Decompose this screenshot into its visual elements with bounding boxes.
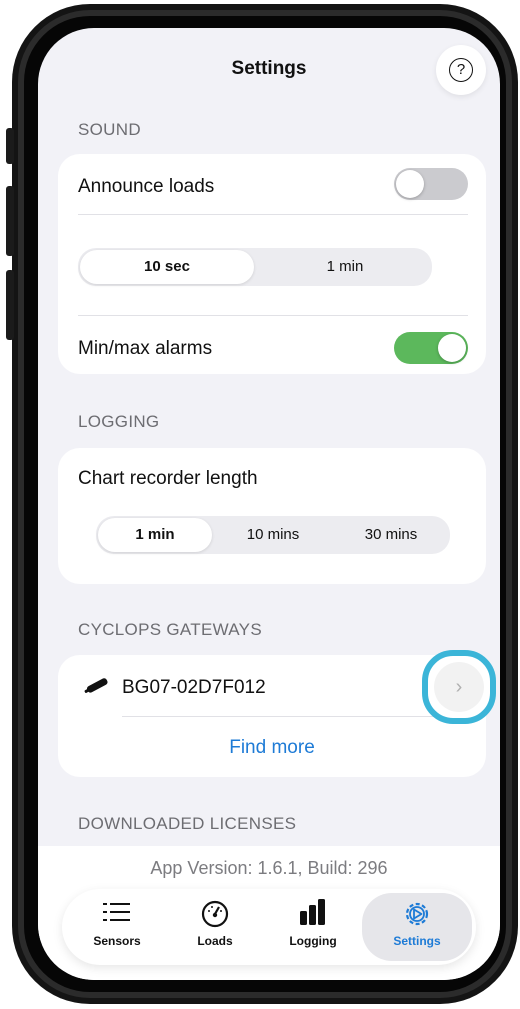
toggle-knob [438,334,466,362]
section-header-sound: SOUND [78,120,141,139]
app-screen: Settings ? SOUND Announce loads 10 sec 1… [38,28,500,980]
tab-label: Logging [289,934,337,948]
toggle-knob [396,170,424,198]
chevron-right-icon: › [434,662,484,712]
bar-chart-icon [300,899,325,925]
logging-card: Chart recorder length 1 min 10 mins 30 m… [58,448,486,584]
gateway-device-icon [84,678,108,693]
tab-sensors[interactable]: Sensors [74,889,160,965]
gauge-icon [201,900,229,928]
interval-option-1-min[interactable]: 1 min [258,248,432,286]
gear-icon [405,902,429,926]
volume-down-button [6,270,14,340]
length-option-30-mins[interactable]: 30 mins [334,516,448,554]
length-option-1-min[interactable]: 1 min [98,518,212,552]
page-title: Settings [231,58,307,79]
chart-recorder-length-label: Chart recorder length [78,468,258,489]
tab-label: Sensors [93,934,141,948]
chart-length-segmented-control: 1 min 10 mins 30 mins [96,516,450,554]
interval-option-10-sec[interactable]: 10 sec [80,250,254,284]
tab-label: Loads [197,934,233,948]
volume-up-button [6,186,14,256]
gateway-name: BG07-02D7F012 [122,677,266,698]
gateway-detail-button[interactable]: › [422,650,496,724]
divider [78,315,468,316]
announce-loads-toggle[interactable] [394,168,468,200]
divider [78,214,468,215]
app-version: App Version: 1.6.1, Build: 296 [150,858,388,878]
help-button[interactable]: ? [436,45,486,95]
section-header-gateways: CYCLOPS GATEWAYS [78,620,262,639]
divider [122,716,468,717]
announce-loads-label: Announce loads [78,176,215,197]
find-more-link[interactable]: Find more [58,737,486,759]
tab-logging[interactable]: Logging [270,889,356,965]
find-more-label: Find more [229,737,315,758]
tab-bar: Sensors Loads Logging Settings [62,889,476,965]
list-icon [103,903,130,921]
length-option-10-mins[interactable]: 10 mins [216,516,330,554]
section-header-licenses: DOWNLOADED LICENSES [78,814,297,833]
mute-switch [6,128,14,164]
question-mark-icon: ? [449,58,473,82]
tab-loads[interactable]: Loads [172,889,258,965]
announce-interval-segmented-control: 10 sec 1 min [78,248,432,286]
min-max-alarms-label: Min/max alarms [78,338,213,359]
sound-card: Announce loads 10 sec 1 min Min/max alar… [58,154,486,374]
min-max-alarms-toggle[interactable] [394,332,468,364]
section-header-logging: LOGGING [78,412,160,431]
tab-settings[interactable]: Settings [362,893,472,961]
tab-label: Settings [393,934,441,948]
